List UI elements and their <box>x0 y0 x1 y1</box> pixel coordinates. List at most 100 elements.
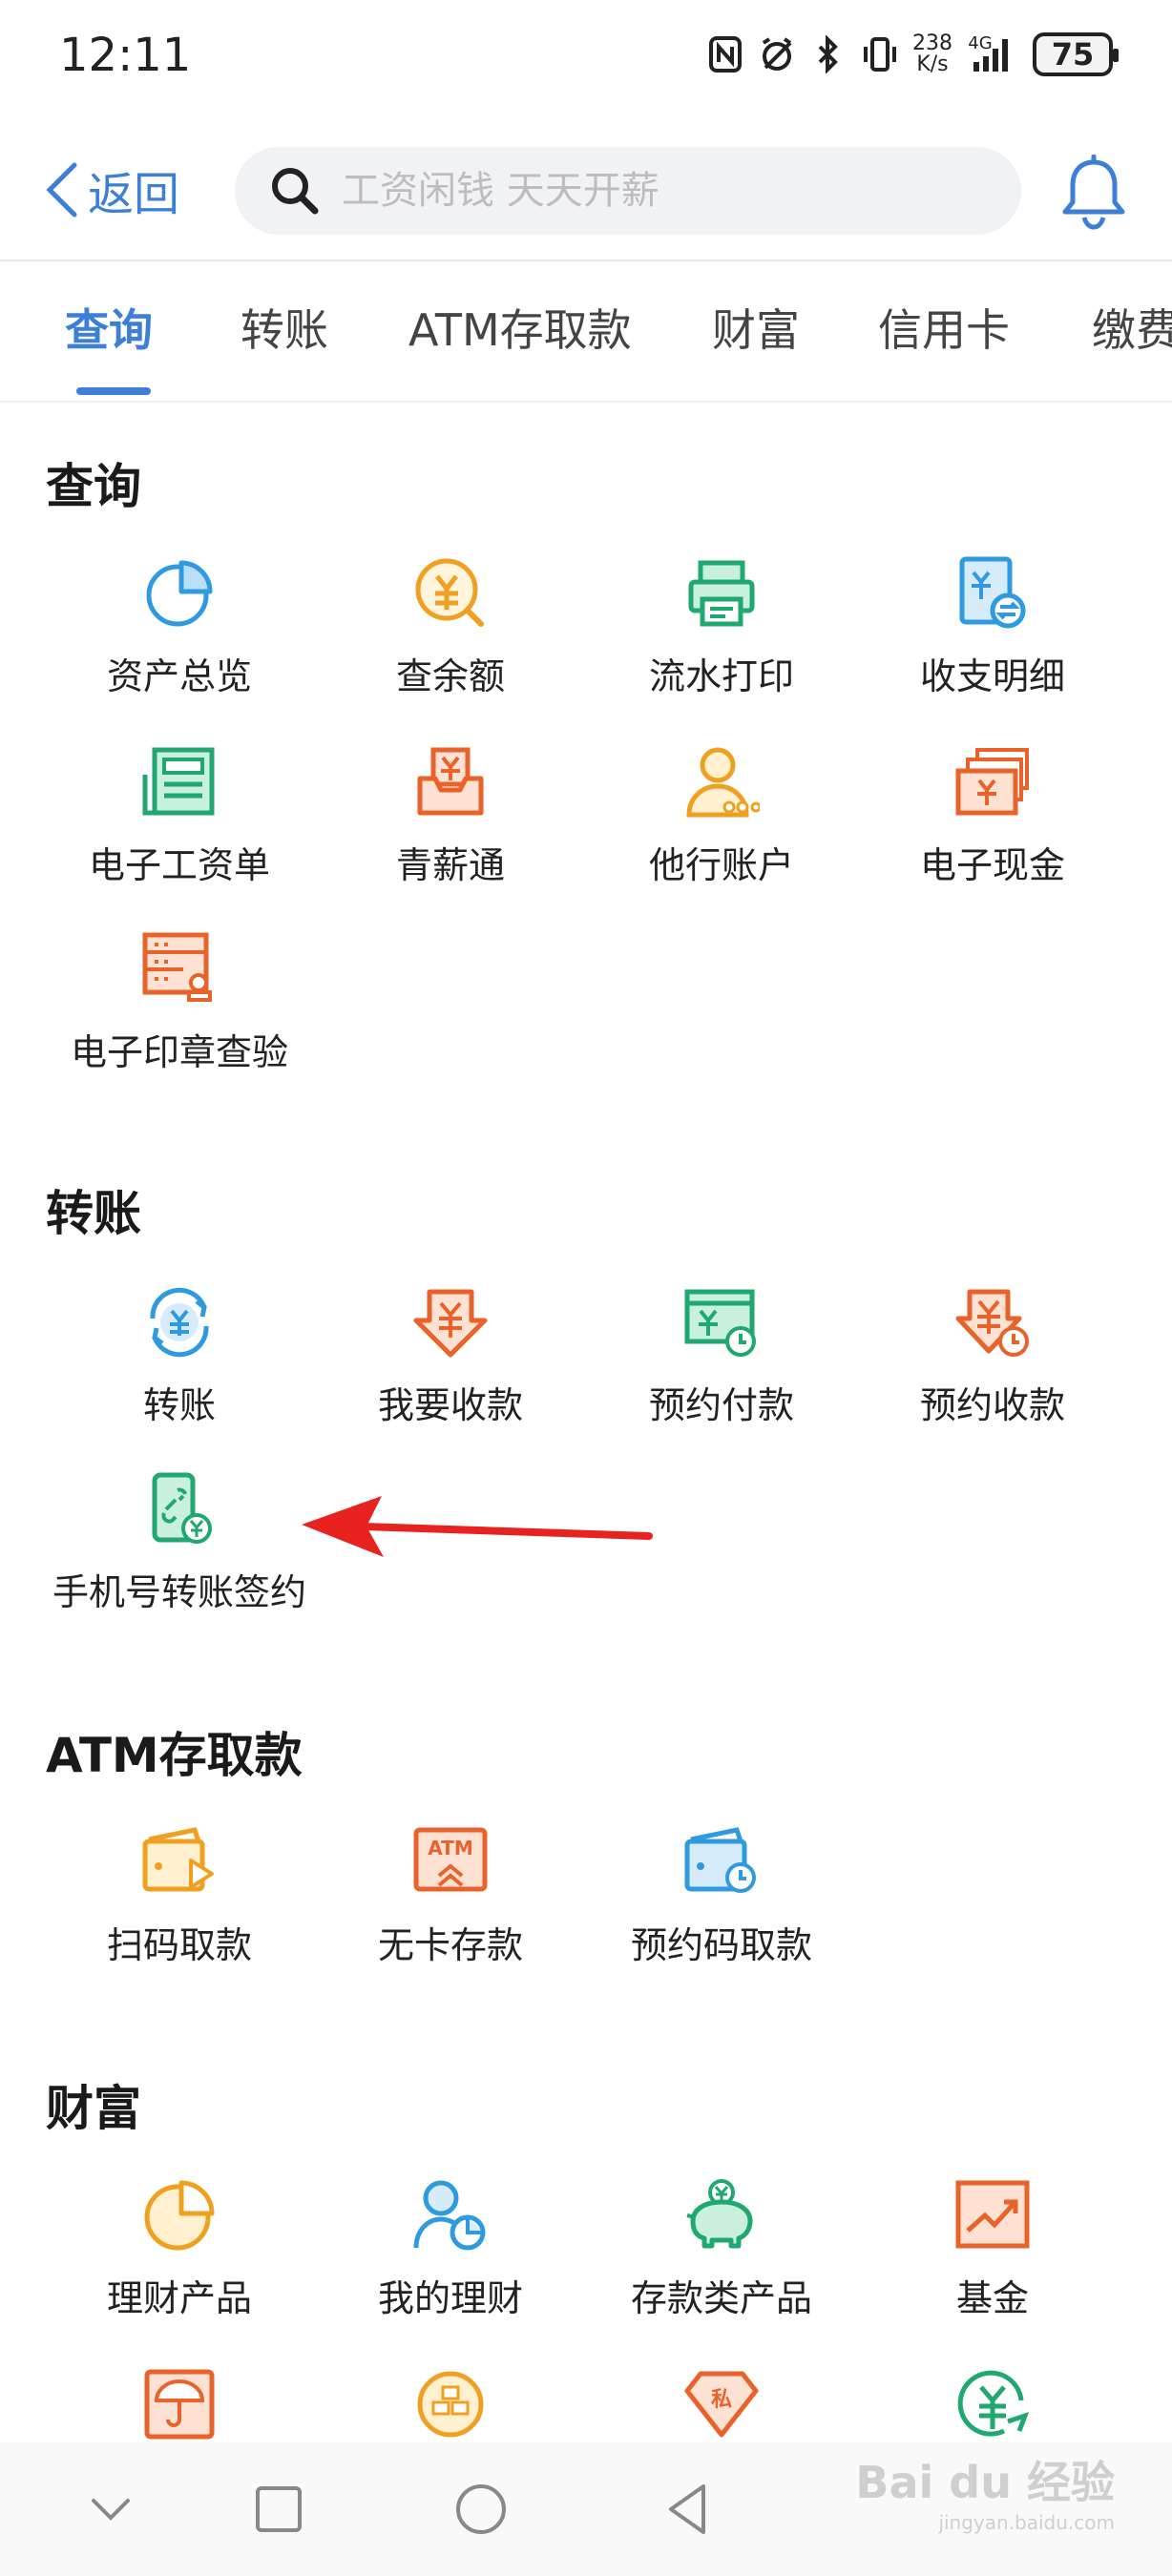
bluetooth-icon <box>809 33 848 75</box>
piggy-bank-icon <box>681 2175 762 2255</box>
grid-item-other-bank-account[interactable]: 他行账户 <box>586 742 857 888</box>
back-button[interactable]: 返回 <box>42 156 179 223</box>
category-tabs: 查询 转账 ATM存取款 财富 信用卡 缴费 <box>0 277 1172 401</box>
grid-item-transfer[interactable]: 转账 <box>44 1282 315 1428</box>
grid-item-my-wealth[interactable]: 我的理财 <box>315 2175 586 2321</box>
grid-item-label: 电子工资单 <box>88 844 270 886</box>
tab-query[interactable]: 查询 <box>65 296 153 359</box>
grid-item-label: 无卡存款 <box>377 1924 523 1966</box>
tab-transfer[interactable]: 转账 <box>241 296 328 359</box>
user-account-icon <box>681 742 762 822</box>
tab-credit-card[interactable]: 信用卡 <box>878 296 1010 359</box>
grid-item-label: 预约收款 <box>919 1384 1065 1426</box>
salary-box-icon <box>410 742 491 822</box>
active-tab-indicator <box>76 387 151 395</box>
grid-item-partial[interactable] <box>315 2364 586 2444</box>
grid-item-income-expense[interactable]: 收支明细 <box>857 553 1128 699</box>
chevron-down-icon[interactable] <box>82 2481 139 2538</box>
recent-apps-icon[interactable] <box>250 2481 307 2538</box>
grid-item-label: 扫码取款 <box>106 1924 252 1966</box>
grid-item-label: 我的理财 <box>377 2277 523 2319</box>
tab-wealth[interactable]: 财富 <box>712 296 800 359</box>
seal-check-icon <box>139 929 220 1009</box>
status-time: 12:11 <box>59 29 192 82</box>
tabs-divider <box>0 401 1172 403</box>
alarm-off-icon <box>758 33 796 75</box>
status-icons: 238 K/s 4G 75 <box>706 31 1119 76</box>
grid-item-label: 他行账户 <box>648 844 794 886</box>
grid-item-scheduled-payment[interactable]: 预约付款 <box>586 1282 857 1428</box>
gold-icon <box>410 2364 491 2444</box>
grid-item-wealth-products[interactable]: 理财产品 <box>44 2175 315 2321</box>
battery-indicator: 75 <box>1033 32 1119 76</box>
section-title-transfer: 转账 <box>46 1186 141 1241</box>
grid-item-check-balance[interactable]: 查余额 <box>315 553 586 699</box>
phone-link-icon <box>139 1469 220 1549</box>
grid-item-label: 资产总览 <box>106 655 252 697</box>
scheduled-pay-icon <box>681 1282 762 1362</box>
grid-item-scan-withdraw[interactable]: 扫码取款 <box>44 1822 315 1968</box>
grid-item-label: 存款类产品 <box>630 2277 812 2319</box>
grid-item-qingxintong[interactable]: 青薪通 <box>315 742 586 888</box>
annotation-arrow <box>302 1496 653 1557</box>
grid-item-cardless-deposit[interactable]: ATM 无卡存款 <box>315 1822 586 1968</box>
status-bar: 12:11 238 K/s 4G 75 <box>0 0 1172 114</box>
net-speed: 238 K/s <box>912 31 952 76</box>
grid-item-phone-transfer-signing[interactable]: 手机号转账签约 <box>44 1469 315 1615</box>
svg-text:私: 私 <box>711 2388 732 2412</box>
grid-item-label: 查余额 <box>395 655 505 697</box>
section-title-wealth: 财富 <box>46 2081 141 2136</box>
home-icon[interactable] <box>452 2481 510 2538</box>
grid-item-statement-print[interactable]: 流水打印 <box>586 553 857 699</box>
tab-atm[interactable]: ATM存取款 <box>408 296 632 359</box>
pie-product-icon <box>139 2175 220 2255</box>
grid-item-label: 流水打印 <box>648 655 794 697</box>
grid-item-asset-overview[interactable]: 资产总览 <box>44 553 315 699</box>
wallet-clock-icon <box>681 1822 762 1902</box>
trend-chart-icon <box>952 2175 1033 2255</box>
yuan-refresh-icon <box>952 2364 1033 2444</box>
atm-icon: ATM <box>410 1822 491 1902</box>
grid-item-label: 手机号转账签约 <box>52 1571 306 1613</box>
header-divider <box>0 260 1172 261</box>
bell-icon[interactable] <box>1057 154 1130 235</box>
vibrate-icon <box>861 33 899 75</box>
grid-item-e-cash[interactable]: 电子现金 <box>857 742 1128 888</box>
grid-item-label: 理财产品 <box>106 2277 252 2319</box>
grid-item-label: 电子印章查验 <box>70 1031 288 1073</box>
grid-item-partial[interactable] <box>857 2364 1128 2444</box>
pie-chart-icon <box>139 553 220 634</box>
top-bar: 返回 <box>0 134 1172 258</box>
chevron-left-icon <box>46 162 77 218</box>
grid-item-label: 预约付款 <box>648 1384 794 1426</box>
grid-item-scheduled-receive[interactable]: 预约收款 <box>857 1282 1128 1428</box>
grid-item-partial[interactable]: 私 <box>586 2364 857 2444</box>
grid-item-partial[interactable] <box>44 2364 315 2444</box>
grid-item-reservation-code-withdraw[interactable]: 预约码取款 <box>586 1822 857 1968</box>
grid-item-e-payslip[interactable]: 电子工资单 <box>44 742 315 888</box>
search-icon <box>272 168 319 215</box>
grid-item-fund[interactable]: 基金 <box>857 2175 1128 2321</box>
user-pie-icon <box>410 2175 491 2255</box>
grid-item-label: 青薪通 <box>395 844 505 886</box>
back-triangle-icon[interactable] <box>659 2481 716 2538</box>
grid-item-receive-money[interactable]: 我要收款 <box>315 1282 586 1428</box>
grid-item-deposit-products[interactable]: 存款类产品 <box>586 2175 857 2321</box>
scheduled-receive-icon <box>952 1282 1033 1362</box>
grid-item-label: 电子现金 <box>919 844 1065 886</box>
grid-item-label: 收支明细 <box>919 655 1065 697</box>
grid-item-label: 预约码取款 <box>630 1924 812 1966</box>
umbrella-icon <box>139 2364 220 2444</box>
search-bar[interactable] <box>235 147 1021 235</box>
payslip-icon <box>139 742 220 822</box>
bill-exchange-icon <box>952 553 1033 634</box>
grid-item-e-seal-check[interactable]: 电子印章查验 <box>44 929 315 1075</box>
receive-money-icon <box>410 1282 491 1362</box>
private-diamond-icon: 私 <box>681 2364 762 2444</box>
printer-icon <box>681 553 762 634</box>
search-input[interactable] <box>342 169 1010 213</box>
yuan-search-icon <box>410 553 491 634</box>
svg-text:ATM: ATM <box>428 1837 472 1859</box>
tab-payment[interactable]: 缴费 <box>1092 296 1172 359</box>
signal-icon: 4G <box>966 33 1019 75</box>
